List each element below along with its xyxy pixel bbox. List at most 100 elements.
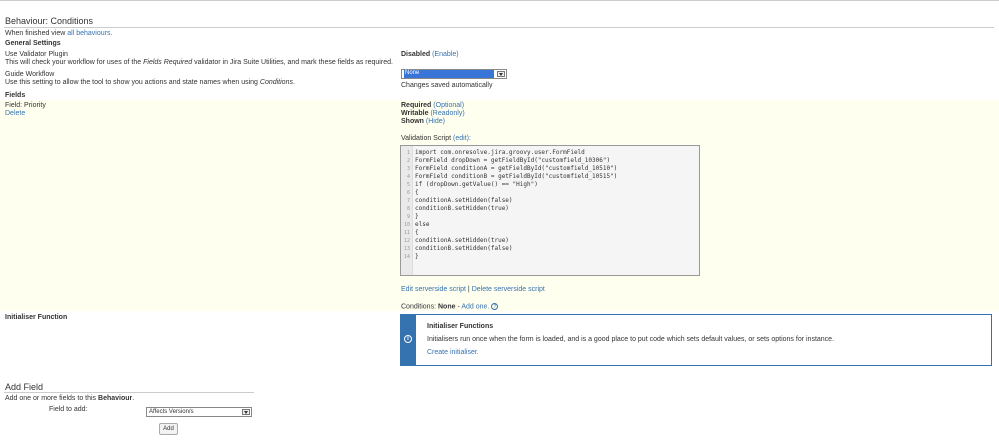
create-initialiser-link[interactable]: Create initialiser. [427, 349, 479, 356]
field-label: Field: Priority [5, 102, 46, 109]
required-status: Required (Optional) [401, 102, 464, 109]
code-text: } [415, 213, 419, 220]
chevron-down-icon [242, 409, 250, 415]
validation-script-label: Validation Script (edit): [401, 135, 471, 142]
initialiser-function-label: Initialiser Function [5, 314, 68, 321]
add-field-desc-bold: Behaviour [98, 395, 133, 402]
field-to-add-selected-value: Affects Version/s [149, 409, 194, 415]
chevron-down-icon [497, 71, 505, 77]
code-text: { [415, 189, 419, 196]
line-number: 9 [406, 214, 410, 220]
code-text: else [415, 221, 430, 228]
script-label: Validation Script [401, 135, 452, 142]
line-number: 4 [406, 174, 410, 180]
line-number: 13 [403, 246, 410, 252]
line-number: 12 [403, 238, 410, 244]
readonly-link[interactable]: (Readonly) [430, 110, 464, 117]
code-line: 2 FormField dropDown = getFieldById("cust… [401, 157, 610, 165]
code-text: conditionA.setHidden(true) [415, 237, 509, 244]
edit-script-link[interactable]: (edit): [453, 135, 471, 142]
conditions-value: None [437, 303, 456, 311]
shown-status: Shown (Hide) [401, 118, 445, 125]
code-line: 1 import com.onresolve.jira.groovy.user.F… [401, 149, 585, 157]
code-text: conditionA.setHidden(false) [415, 197, 513, 204]
fields-heading: Fields [5, 92, 26, 99]
add-field-heading: Add Field [5, 382, 44, 392]
all-behaviours-link[interactable]: all behaviours. [67, 30, 112, 37]
guide-workflow-label: Guide Workflow [5, 71, 55, 78]
line-number: 10 [403, 222, 410, 228]
initialiser-info-box: i Initialiser Functions Initialisers run… [400, 314, 992, 366]
add-button[interactable]: Add [159, 423, 178, 435]
line-number: 8 [406, 206, 410, 212]
top-border [0, 0, 999, 1]
guide-desc-after: . [292, 79, 295, 86]
add-condition-link[interactable]: Add one. [461, 303, 489, 310]
code-text: conditionB.setHidden(true) [415, 205, 509, 212]
validation-script-code[interactable]: 1 import com.onresolve.jira.groovy.user.F… [400, 145, 700, 276]
info-icon: i [404, 335, 412, 343]
validator-label: Use Validator Plugin [5, 51, 68, 58]
code-text: FormField conditionA = getFieldById("cus… [415, 165, 618, 172]
changes-saved-text: Changes saved automatically [401, 82, 493, 89]
delete-serverside-script-link[interactable]: Delete serverside script [472, 286, 545, 293]
line-number: 11 [403, 230, 410, 236]
code-line: 4 FormField conditionB = getFieldById("cu… [401, 173, 617, 181]
line-number: 3 [406, 166, 410, 172]
line-number: 2 [406, 158, 410, 164]
add-field-description: Add one or more fields to this Behaviour… [5, 395, 134, 402]
required-label: Required [401, 102, 432, 109]
line-number: 6 [406, 190, 410, 196]
help-icon[interactable]: ? [491, 303, 499, 310]
code-line: 9} [401, 213, 419, 221]
page-title: Behaviour: Conditions [5, 16, 94, 26]
validator-desc-after: validator in Jira Suite Utilities, and m… [194, 59, 393, 66]
code-line: 3 FormField conditionA = getFieldById("cu… [401, 165, 617, 173]
link-separator: | [467, 286, 470, 293]
field-to-add-label: Field to add: [49, 406, 88, 413]
guide-desc-before: Use this setting to allow the tool to sh… [5, 79, 258, 86]
delete-field-link[interactable]: Delete [5, 110, 25, 117]
validator-state: Disabled [401, 51, 431, 58]
code-text: FormField dropDown = getFieldById("custo… [415, 157, 611, 164]
guide-workflow-description: Use this setting to allow the tool to sh… [5, 79, 295, 86]
line-number: 1 [406, 150, 410, 156]
code-line: 11 { [401, 229, 419, 237]
guide-workflow-select[interactable]: None [401, 69, 507, 79]
code-text: if (dropDown.getValue() == "High") [415, 181, 538, 188]
code-line: 10 else [401, 221, 429, 229]
conditions-dash: - [457, 303, 460, 311]
line-number: 7 [406, 198, 410, 204]
enable-validator-link[interactable]: (Enable) [432, 51, 458, 58]
hide-link[interactable]: (Hide) [426, 118, 445, 125]
serverside-script-links: Edit serverside script | Delete serversi… [401, 286, 545, 293]
conditions-label: Conditions: [401, 303, 437, 311]
code-text: } [415, 253, 419, 260]
finished-text: When finished view all behaviours. [5, 30, 112, 37]
edit-serverside-script-link[interactable]: Edit serverside script [401, 286, 466, 293]
conditions-status: Conditions: None - Add one. ? [401, 303, 499, 311]
add-field-desc-before: Add one or more fields to this [5, 395, 97, 402]
code-line: 13 conditionB.setHidden(false) [401, 245, 513, 253]
validator-desc-before: This will check your workflow for uses o… [5, 59, 142, 66]
writable-status: Writable (Readonly) [401, 110, 465, 117]
field-to-add-select[interactable]: Affects Version/s [146, 407, 252, 417]
shown-label: Shown [401, 118, 424, 125]
guide-workflow-selected-value: None [404, 70, 494, 78]
add-field-desc-after: . [132, 395, 135, 402]
code-line: 14} [401, 253, 419, 261]
finished-prefix: When finished view [5, 30, 66, 37]
initialiser-box-title: Initialiser Functions [427, 323, 494, 330]
code-line: 12 conditionA.setHidden(true) [401, 237, 509, 245]
line-number: 5 [406, 182, 410, 188]
initialiser-box-description: Initialisers run once when the form is l… [427, 336, 835, 343]
code-line: 5 if (dropDown.getValue() == "High") [401, 181, 538, 189]
writable-label: Writable [401, 110, 429, 117]
optional-link[interactable]: (Optional) [433, 102, 464, 109]
line-number: 14 [403, 254, 410, 260]
code-line: 8 conditionB.setHidden(true) [401, 205, 509, 213]
title-divider [4, 27, 994, 28]
add-field-divider [4, 392, 254, 393]
validator-desc-italic: Fields Required [143, 59, 193, 66]
code-text: FormField conditionB = getFieldById("cus… [415, 173, 618, 180]
